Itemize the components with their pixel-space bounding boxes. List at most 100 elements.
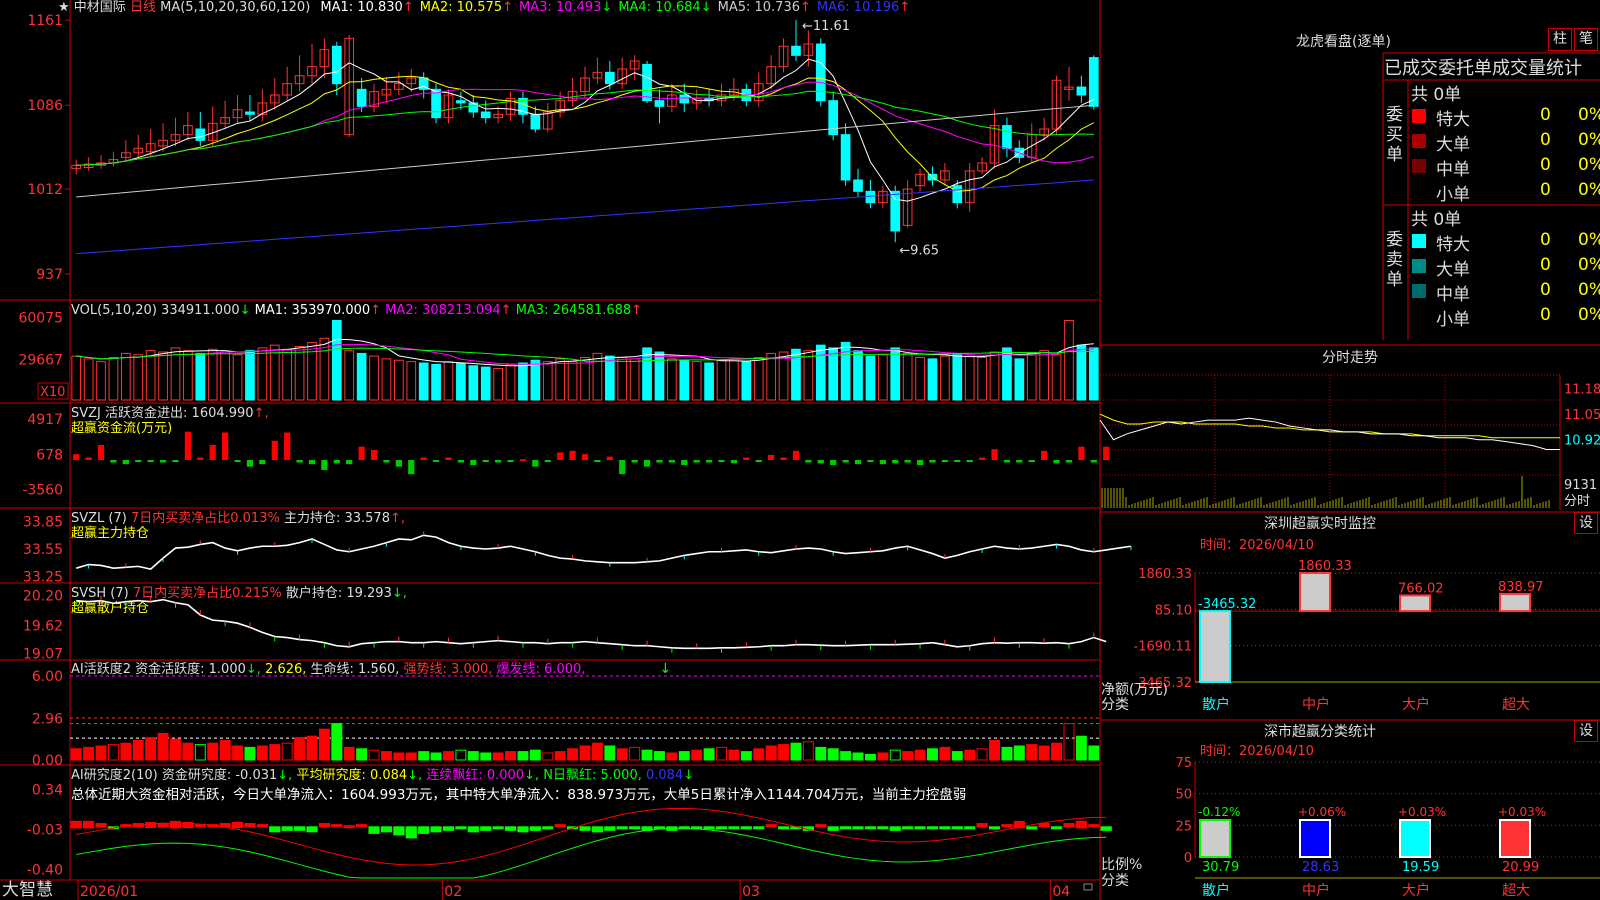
volume-bar [952,354,963,401]
order-row-cell: 0 [1540,255,1551,275]
candle-body [654,100,665,107]
svzj-bar [867,460,874,462]
order-row-cell: 0% [1578,280,1600,300]
ai-active-signal-arrow: ↓ [659,661,671,677]
ai-active-bar [294,737,306,761]
candle-body [679,94,690,104]
ai-active-bar [1038,745,1050,761]
ai-active-bar [728,749,740,761]
ai-research-bar [529,826,541,831]
svzj-bar [159,460,167,463]
ai-active-bar [951,751,963,761]
ai-research-bar [753,826,765,830]
classify-ylabel: 比例% [1101,857,1142,873]
volume-bar [431,363,441,401]
svzj-bar [1078,446,1085,460]
svzj-bar [792,450,800,460]
svzj-tick-label: 678 [36,447,63,463]
pen-mode-button[interactable]: 笔 [1574,28,1598,51]
high-annotation: ←11.61 [802,19,850,34]
ai-active-bar [1001,746,1013,761]
stock-chart-canvas[interactable]: 116110861012937←11.61←9.65VOL(5,10,20) 3… [0,0,1600,900]
svzj-bar [222,432,229,460]
candle-body [1076,86,1087,96]
order-row-cell: 0% [1578,255,1600,275]
ai-research-bar [591,826,603,833]
settings-button-monitor[interactable]: 设 [1574,512,1598,534]
ai-research-bar [579,826,591,831]
svzj-bar [271,440,278,460]
order-color-swatch [1412,284,1426,298]
price-tick-label: 1012 [27,182,63,198]
svzj-bar [358,446,365,460]
settings-button-classify[interactable]: 设 [1574,720,1598,742]
svsh-tick-label: 20.20 [23,589,63,605]
ai-active-bar [1051,742,1063,761]
svsh-tick-label: 19.07 [23,646,63,662]
period-label[interactable]: 日线 [130,0,156,15]
svzj-bar [197,457,204,460]
classify-tick-label: 25 [1175,819,1192,834]
ma-legend-item: MA6: 10.196↑ [816,0,911,15]
volume-legend: VOL(5,10,20) 334911.000↓ MA1: 353970.000… [71,303,642,318]
ai-active-bar [70,748,82,761]
order-color-swatch [1412,159,1426,173]
ai-active-bar [443,751,454,761]
ai-research-bar [864,826,877,830]
svzj-bar [892,460,899,464]
ai-active-bar [145,737,157,761]
monitor-time: 时间：2026/04/10 [1200,538,1314,553]
svzj-bar [705,460,713,463]
ai-active-bar [616,748,628,761]
classify-value-label: 28.63 [1302,860,1339,875]
ai-active-bar [691,749,703,761]
svzj-bar [284,432,291,460]
ai-research-bar [827,826,839,831]
svzj-bar [693,460,700,463]
ai-active-bar [852,752,864,761]
ai-research-bar [777,826,790,830]
svzj-bar [929,460,936,463]
order-row-cell: 0% [1578,180,1600,200]
ai-active-bar [393,752,405,761]
bar-mode-button[interactable]: 柱 [1548,28,1572,51]
ai-active-bar [83,746,95,761]
ai-active-bar [703,748,715,761]
monitor-bar [1199,610,1231,683]
svzj-bar [495,460,502,463]
ai-research-bar [1063,823,1075,828]
ai-active-bar [256,745,268,761]
ai-active-bar [356,748,368,761]
monitor-bar [1299,572,1331,613]
intraday-volume-tick: 9131 [1564,478,1597,493]
ai-research-bar [554,824,566,828]
monitor-tick-label: -1690.11 [1134,640,1192,655]
order-total: 共 0单 [1411,85,1462,105]
svzj-bar [656,460,663,463]
candle-body [431,88,441,119]
svzj-bar [966,460,973,462]
classify-category: 大户 [1402,882,1430,899]
volume-bar [840,341,851,401]
volume-tick-label: 29667 [18,352,63,368]
candle-body [331,45,342,85]
volume-bar [468,365,479,401]
ai-active-bar [1026,744,1038,761]
favorite-star-icon[interactable]: ★ [58,0,70,15]
ai-research-summary: 总体近期大资金相对活跃，今日大单净流入：1604.993万元，其中特大单净流入：… [71,786,966,803]
volume-bar [331,319,342,401]
order-row-cell: 0 [1540,230,1551,250]
svzj-bar [606,456,613,460]
ai-active-bar [666,752,678,761]
svzj-bar [482,460,489,462]
order-row-cell: 0 [1540,305,1551,325]
ai-research-bar [380,826,393,833]
ai-active-bar [157,732,169,761]
candle-body [604,71,615,85]
volume-unit: X10 [40,385,65,400]
classify-bar [1299,819,1331,858]
svzj-bar [147,460,154,462]
volume-bar [704,362,714,401]
ai-active-bar [579,745,591,761]
candle-body [1002,125,1012,149]
